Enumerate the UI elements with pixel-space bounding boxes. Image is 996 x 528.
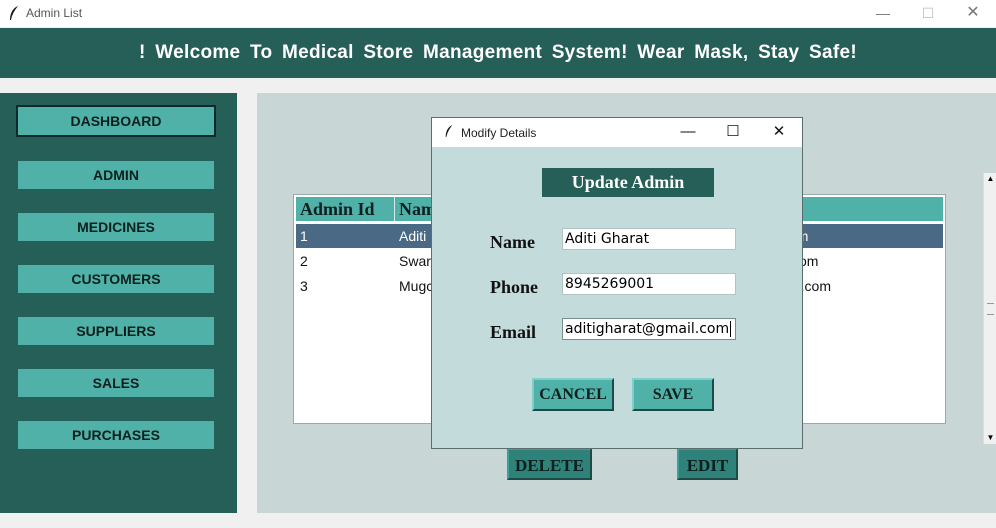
edit-button[interactable]: EDIT (677, 448, 738, 480)
phone-label: Phone (490, 277, 539, 297)
email-label: Email (490, 322, 537, 342)
vertical-scrollbar[interactable]: ▲ ▼ (983, 173, 996, 444)
feather-icon (10, 6, 18, 20)
nav-admin-button[interactable]: ADMIN (18, 161, 214, 189)
welcome-banner: ! Welcome To Medical Store Management Sy… (0, 28, 996, 78)
dialog-close-button[interactable]: ✕ (759, 118, 799, 147)
dialog-minimize-button[interactable]: — (668, 118, 708, 147)
sidebar: DASHBOARD ADMIN MEDICINES CUSTOMERS SUPP… (0, 93, 237, 513)
name-label: Name (490, 232, 535, 252)
maximize-button[interactable]: ☐ (905, 0, 951, 27)
window-title: Admin List (26, 6, 83, 20)
scroll-up-icon[interactable]: ▲ (984, 173, 996, 185)
save-button[interactable]: SAVE (632, 378, 714, 411)
name-field-value: Aditi Gharat (565, 231, 650, 247)
name-field[interactable]: Aditi Gharat (562, 228, 736, 250)
phone-field[interactable]: 8945269001 (562, 273, 736, 295)
cell-name: Aditi (399, 228, 427, 244)
column-header-admin-id[interactable]: Admin Id (296, 197, 395, 221)
phone-field-value: 8945269001 (565, 276, 655, 292)
email-field[interactable]: aditigharat@gmail.com (562, 318, 736, 340)
delete-button[interactable]: DELETE (507, 448, 592, 480)
nav-customers-button[interactable]: CUSTOMERS (18, 265, 214, 293)
cell-admin-id: 2 (300, 253, 308, 269)
cell-admin-id: 1 (300, 228, 308, 244)
dialog-heading: Update Admin (542, 168, 714, 197)
scroll-down-icon[interactable]: ▼ (984, 432, 996, 444)
dialog-maximize-button[interactable]: ☐ (713, 118, 753, 147)
email-field-value: aditigharat@gmail.com (565, 321, 730, 337)
cell-admin-id: 3 (300, 278, 308, 294)
cell-name: Mugc (399, 278, 434, 294)
nav-dashboard-button[interactable]: DASHBOARD (16, 105, 216, 137)
dialog-title: Modify Details (461, 126, 537, 140)
nav-suppliers-button[interactable]: SUPPLIERS (18, 317, 214, 345)
cancel-button[interactable]: CANCEL (532, 378, 614, 411)
nav-medicines-button[interactable]: MEDICINES (18, 213, 214, 241)
nav-purchases-button[interactable]: PURCHASES (18, 421, 214, 449)
nav-sales-button[interactable]: SALES (18, 369, 214, 397)
window-titlebar: Admin List — ☐ ✕ (0, 0, 996, 27)
feather-icon (445, 125, 453, 137)
minimize-button[interactable]: — (860, 0, 906, 27)
text-caret (730, 321, 732, 337)
scroll-grip[interactable] (987, 303, 994, 315)
cell-name: Swar (399, 253, 431, 269)
dialog-titlebar: Modify Details — ☐ ✕ (432, 118, 802, 147)
modify-details-dialog: Modify Details — ☐ ✕ Update Admin Name A… (431, 117, 803, 449)
close-button[interactable]: ✕ (950, 0, 996, 27)
